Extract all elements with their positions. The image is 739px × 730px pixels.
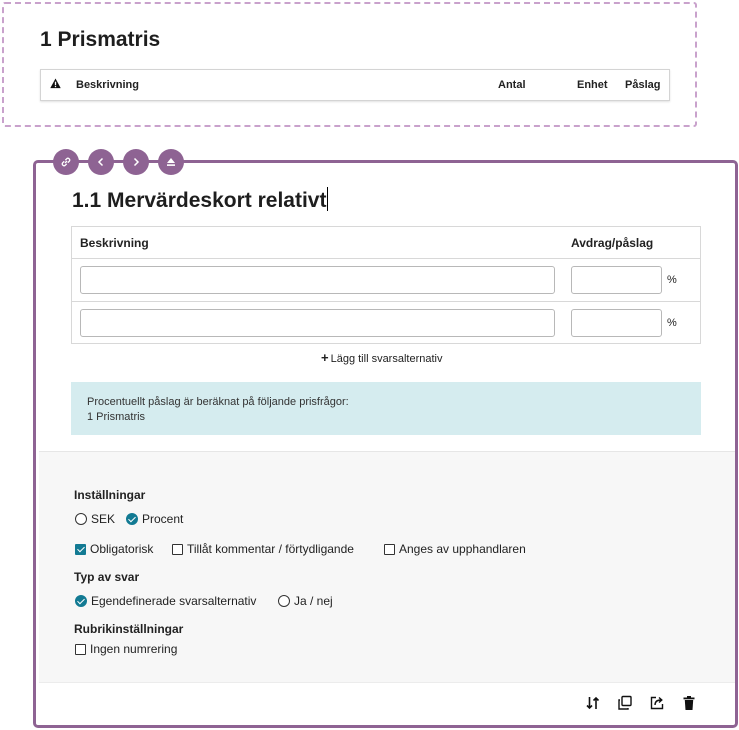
col-header-enhet: Enhet [577,79,608,91]
checkbox-no-numbering[interactable]: Ingen numrering [75,642,177,656]
add-alternative-button[interactable]: + Lägg till svarsalternativ [321,350,442,365]
radio-yes-no[interactable]: Ja / nej [278,594,333,608]
link-button[interactable] [53,149,79,175]
sort-icon[interactable] [585,695,601,711]
radio-checked-icon [126,513,138,525]
copy-icon[interactable] [617,695,633,711]
checkbox-unchecked-icon [384,543,395,555]
chevron-left-icon [97,157,104,167]
description-input[interactable] [80,309,555,337]
radio-sek-label: SEK [91,512,116,526]
col-header-beskrivning: Beskrivning [76,79,139,91]
checkbox-checked-icon [75,543,86,555]
settings-panel: Inställningar SEK Procent Obligatorisk T… [39,451,735,683]
percent-unit: % [667,274,677,286]
text-caret [327,187,329,211]
radio-unchecked-icon [75,513,87,525]
percent-unit: % [667,317,677,329]
answer-table-header: Beskrivning Avdrag/påslag [72,227,700,259]
checkbox-allow-comment[interactable]: Tillåt kommentar / förtydligande [172,542,354,556]
checkbox-allow-comment-label: Tillåt kommentar / förtydligande [187,542,354,556]
answer-table: Beskrivning Avdrag/påslag % % [71,226,701,344]
price-matrix-table: Beskrivning Antal Enhet Påslag [40,69,670,101]
radio-checked-icon [75,595,87,607]
description-input[interactable] [80,266,555,294]
checkbox-unchecked-icon [75,643,86,655]
question-title-text: 1.1 Mervärdeskort relativt [72,189,327,212]
question-toolbar [53,149,184,175]
share-icon[interactable] [649,695,665,711]
radio-yes-no-label: Ja / nej [294,594,333,608]
info-box: Procentuellt påslag är beräknat på följa… [71,382,701,435]
checkbox-obligatorisk[interactable]: Obligatorisk [75,542,153,556]
previous-button[interactable] [88,149,114,175]
settings-heading: Inställningar [74,488,146,502]
next-button[interactable] [123,149,149,175]
prismatris-section[interactable]: 1 Prismatris Beskrivning Antal Enhet Pås… [2,2,697,127]
heading-settings-heading: Rubrikinställningar [74,622,184,636]
radio-sek[interactable]: SEK [75,512,115,526]
checkbox-set-by-buyer[interactable]: Anges av upphandlaren [384,542,526,556]
info-line-2: 1 Prismatris [87,411,146,423]
col-header-paslag: Påslag [625,79,661,91]
info-line-1: Procentuellt påslag är beräknat på följa… [87,396,349,408]
table-row: % [72,259,700,302]
chevron-right-icon [133,157,140,167]
question-card[interactable]: 1.1 Mervärdeskort relativt Beskrivning A… [33,160,738,728]
checkbox-no-numbering-label: Ingen numrering [90,642,178,656]
radio-procent-label: Procent [142,512,184,526]
eject-icon [167,158,175,166]
radio-unchecked-icon [278,595,290,607]
trash-icon[interactable] [681,695,697,711]
col-header-antal: Antal [498,79,526,91]
radio-procent[interactable]: Procent [126,512,183,526]
link-icon [61,157,71,167]
radio-custom-answers[interactable]: Egendefinerade svarsalternativ [75,594,256,608]
plus-icon: + [321,350,329,365]
col-header-beskrivning: Beskrivning [80,236,149,250]
add-alternative-label: Lägg till svarsalternativ [330,353,443,365]
checkbox-unchecked-icon [172,543,183,555]
percent-input[interactable] [571,266,662,294]
radio-custom-answers-label: Egendefinerade svarsalternativ [91,594,257,608]
checkbox-set-by-buyer-label: Anges av upphandlaren [399,542,526,556]
percent-input[interactable] [571,309,662,337]
table-row: % [72,302,700,345]
question-title[interactable]: 1.1 Mervärdeskort relativt [72,187,329,213]
eject-button[interactable] [158,149,184,175]
checkbox-obligatorisk-label: Obligatorisk [90,542,154,556]
prismatris-title: 1 Prismatris [40,28,161,51]
answer-type-heading: Typ av svar [74,570,140,584]
col-header-avdrag-paslag: Avdrag/påslag [571,236,654,250]
warning-icon [50,78,61,89]
question-actions [585,695,697,711]
